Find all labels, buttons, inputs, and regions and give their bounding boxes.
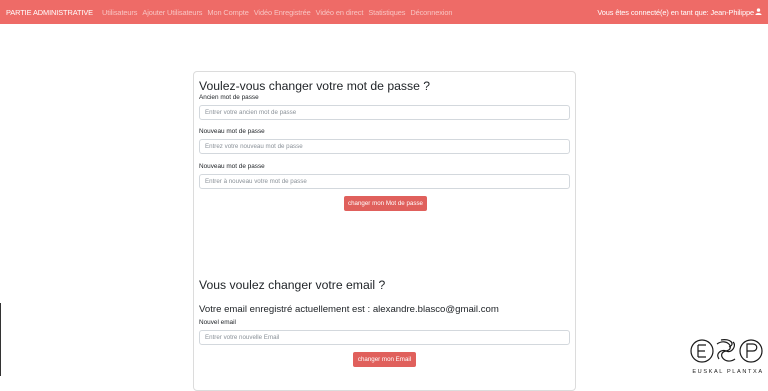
confirm-password-input[interactable] (199, 174, 570, 189)
user-status[interactable]: Vous êtes connecté(e) en tant que: Jean-… (597, 0, 762, 24)
confirm-password-label: Nouveau mot de passe (199, 163, 265, 170)
nav-link-deconnexion[interactable]: Déconnexion (410, 8, 452, 17)
nav-link-ajouter-utilisateurs[interactable]: Ajouter Utilisateurs (142, 8, 202, 17)
email-section-title: Vous voulez changer votre email ? (199, 278, 386, 292)
change-email-button[interactable]: changer mon Email (353, 352, 416, 367)
nav-link-utilisateurs[interactable]: Utilisateurs (102, 8, 137, 17)
change-password-button[interactable]: changer mon Mot de passe (344, 196, 427, 211)
new-email-label: Nouvel email (199, 319, 236, 326)
old-password-label: Ancien mot de passe (199, 94, 259, 101)
user-status-text: Vous êtes connecté(e) en tant que: Jean-… (597, 7, 754, 17)
password-section-title: Voulez-vous changer votre mot de passe ? (199, 79, 431, 93)
current-email-text: Votre email enregistré actuellement est … (199, 304, 499, 315)
nav-link-statistiques[interactable]: Statistiques (368, 8, 405, 17)
top-navbar: PARTIE ADMINISTRATIVE Utilisateurs Ajout… (0, 0, 768, 24)
user-icon (755, 7, 762, 17)
old-password-input[interactable] (199, 105, 570, 120)
euskal-plantxa-logo: EUSKAL PLANTXA (688, 335, 768, 376)
left-edge-divider (0, 303, 1, 376)
navbar-brand[interactable]: PARTIE ADMINISTRATIVE (6, 8, 93, 17)
new-password-label: Nouveau mot de passe (199, 128, 265, 135)
nav-link-video-enregistree[interactable]: Vidéo Enregistrée (254, 8, 311, 17)
account-settings-card: Voulez-vous changer votre mot de passe ?… (193, 71, 576, 391)
logo-text: EUSKAL PLANTXA (692, 369, 764, 375)
esp-logo-mark (690, 339, 763, 363)
nav-link-mon-compte[interactable]: Mon Compte (207, 8, 248, 17)
new-password-input[interactable] (199, 139, 570, 154)
nav-link-video-en-direct[interactable]: Vidéo en direct (316, 8, 364, 17)
new-email-input[interactable] (199, 330, 570, 345)
nav-links: Utilisateurs Ajouter Utilisateurs Mon Co… (102, 8, 457, 17)
